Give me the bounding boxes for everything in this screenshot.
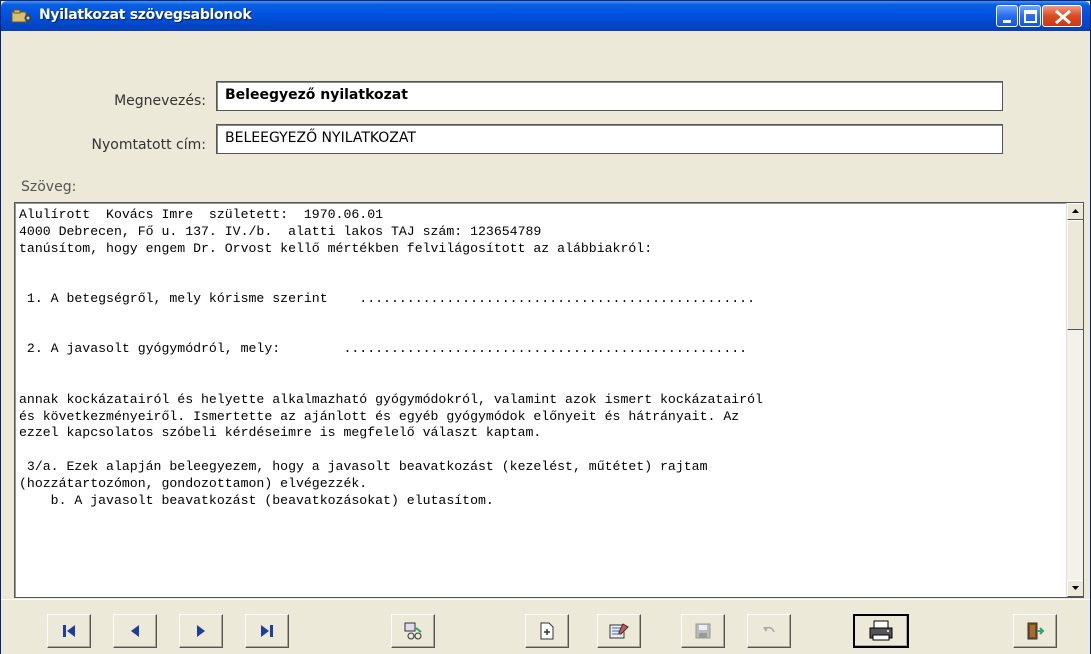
minimize-icon	[1003, 20, 1011, 23]
undo-button[interactable]	[747, 614, 791, 648]
prev-record-button[interactable]	[113, 614, 157, 648]
scroll-up-button[interactable]	[1067, 203, 1083, 220]
template-editor-window: Nyilatkozat szövegsablonok Megnevezés: B…	[0, 0, 1091, 654]
first-record-button[interactable]	[47, 614, 91, 648]
scroll-thumb[interactable]	[1067, 220, 1083, 330]
arrow-down-icon	[1072, 586, 1079, 590]
bottom-toolbar	[1, 599, 1090, 654]
new-record-button[interactable]	[525, 614, 569, 648]
exit-door-icon	[1027, 622, 1045, 640]
megnevezes-label: Megnevezés:	[114, 93, 206, 109]
edit-icon	[609, 623, 629, 639]
szoveg-label: Szöveg:	[21, 179, 77, 195]
last-record-button[interactable]	[245, 614, 289, 648]
window-title: Nyilatkozat szövegsablonok	[39, 7, 252, 23]
field-tool-icon	[404, 622, 422, 640]
last-icon	[261, 625, 273, 637]
new-document-icon	[540, 622, 554, 640]
arrow-up-icon	[1072, 209, 1079, 213]
nyomtatott-cim-field[interactable]: BELEEGYEZŐ NYILATKOZAT	[216, 124, 1003, 154]
prev-icon	[131, 625, 139, 637]
nyomtatott-cim-label: Nyomtatott cím:	[91, 137, 206, 153]
undo-icon	[763, 626, 775, 633]
save-button[interactable]	[681, 614, 725, 648]
next-record-button[interactable]	[179, 614, 223, 648]
next-icon	[197, 625, 205, 637]
print-button[interactable]	[853, 614, 909, 648]
maximize-button[interactable]	[1019, 5, 1041, 27]
edit-record-button[interactable]	[597, 614, 641, 648]
maximize-icon	[1024, 10, 1037, 23]
title-bar[interactable]: Nyilatkozat szövegsablonok	[1, 1, 1090, 31]
megnevezes-field[interactable]: Beleegyező nyilatkozat	[216, 81, 1003, 111]
memo-text[interactable]: Alulírott Kovács Imre született: 1970.06…	[19, 207, 1059, 593]
exit-button[interactable]	[1013, 614, 1057, 648]
first-icon	[63, 625, 75, 637]
minimize-button[interactable]	[996, 5, 1018, 27]
scroll-down-button[interactable]	[1067, 580, 1083, 597]
close-button[interactable]	[1042, 5, 1082, 27]
vertical-scrollbar[interactable]	[1066, 203, 1083, 597]
save-icon	[695, 623, 711, 639]
folder-app-icon	[11, 9, 33, 23]
printer-icon	[869, 620, 893, 641]
close-icon	[1055, 9, 1071, 25]
text-memo[interactable]: Alulírott Kovács Imre született: 1970.06…	[14, 202, 1084, 598]
field-tool-button[interactable]	[391, 614, 435, 648]
